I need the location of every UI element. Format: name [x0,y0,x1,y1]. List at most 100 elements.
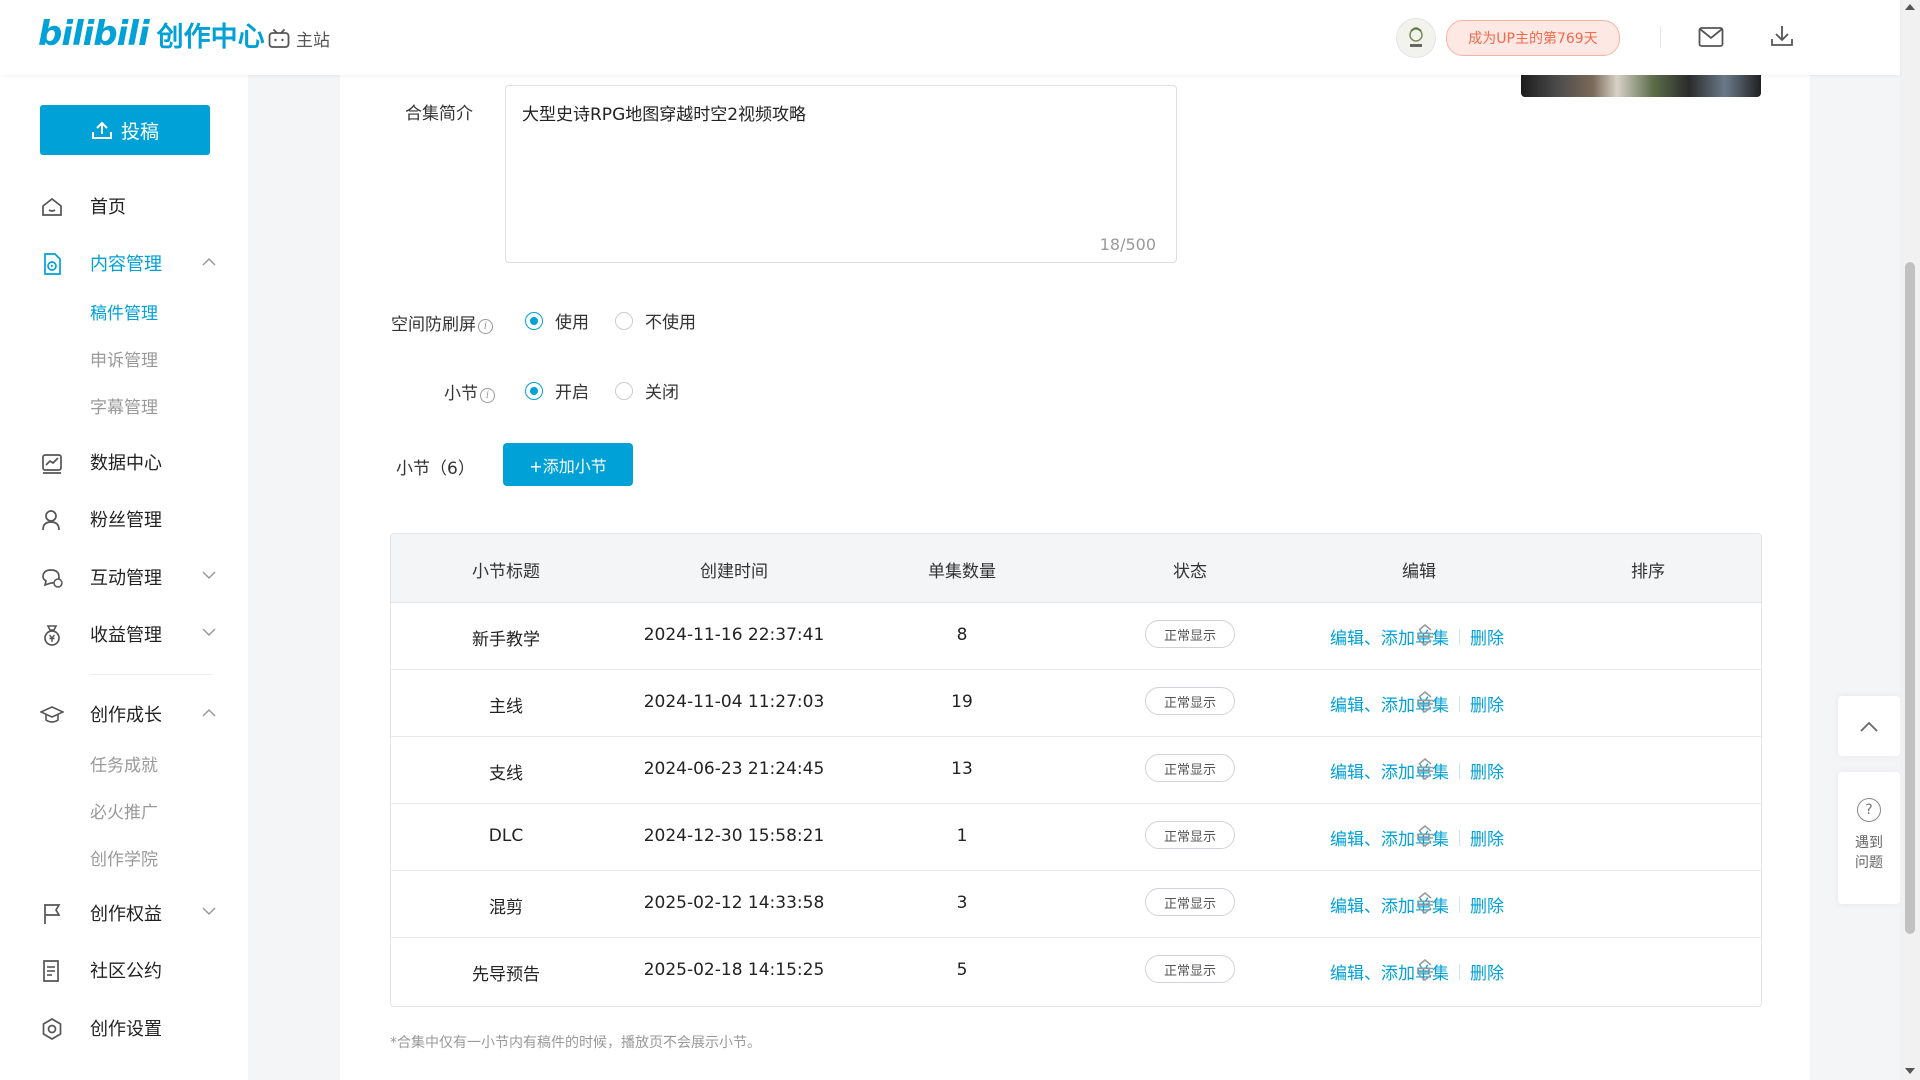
radio-checked-icon[interactable] [525,311,543,330]
up-days-badge[interactable]: 成为UP主的第769天 [1446,20,1620,56]
table-row: 主线 2024-11-04 11:27:03 19 正常显示 编辑 、添加单集 删除 [391,669,1761,737]
chevron-up-icon[interactable] [202,708,216,717]
drag-sort-icon[interactable] [1416,624,1434,646]
header-sort: 排序 [1631,562,1665,582]
delete-link[interactable]: 删除 [1470,691,1504,716]
question-icon: ? [1857,798,1881,822]
sidebar-item-growth[interactable]: 创作成长 [0,694,248,734]
section-option-off[interactable]: 关闭 [615,378,679,403]
info-icon[interactable]: i [478,319,493,334]
sidebar-sub-appeals[interactable]: 申诉管理 [90,346,158,376]
home-link[interactable]: 主站 [268,26,330,51]
post-button[interactable]: 投稿 [40,105,210,155]
sidebar-item-settings[interactable]: 创作设置 [0,1008,248,1048]
radio-unchecked-icon[interactable] [615,311,633,330]
add-episode-link[interactable]: 、添加单集 [1364,959,1449,984]
edit-link[interactable]: 编辑 [1330,892,1364,917]
sidebar-divider [90,674,212,675]
drag-sort-icon[interactable] [1416,825,1434,847]
edit-link[interactable]: 编辑 [1330,624,1364,649]
sidebar-sub-tasks[interactable]: 任务成就 [90,751,158,781]
user-icon [42,510,60,531]
add-episode-link[interactable]: 、添加单集 [1364,691,1449,716]
intro-textarea[interactable]: 大型史诗RPG地图穿越时空2视频攻略 18/500 [505,85,1177,263]
add-episode-link[interactable]: 、添加单集 [1364,825,1449,850]
cell-title: 先导预告 [472,965,540,985]
edit-link[interactable]: 编辑 [1330,825,1364,850]
delete-link[interactable]: 删除 [1470,624,1504,649]
status-badge: 正常显示 [1145,754,1235,782]
chevron-down-icon[interactable] [202,628,216,637]
sidebar-item-interaction[interactable]: 互动管理 [0,557,248,597]
drag-sort-icon[interactable] [1416,959,1434,981]
section-option-on[interactable]: 开启 [525,378,589,403]
delete-link[interactable]: 删除 [1470,959,1504,984]
sidebar-item-home[interactable]: 首页 [0,186,248,226]
sidebar-item-label: 粉丝管理 [90,510,162,531]
sidebar-item-rights[interactable]: 创作权益 [0,893,248,933]
drag-sort-icon[interactable] [1416,691,1434,713]
radio-unchecked-icon[interactable] [615,381,633,400]
drag-sort-icon[interactable] [1416,758,1434,780]
sidebar-item-label: 创作设置 [90,1019,162,1040]
header-status: 状态 [1173,562,1207,582]
header-title: 小节标题 [472,562,540,582]
delete-link[interactable]: 删除 [1470,758,1504,783]
cell-created: 2024-12-30 15:58:21 [643,826,825,846]
edit-link[interactable]: 编辑 [1330,691,1364,716]
chevron-up-icon[interactable] [202,257,216,266]
drag-sort-icon[interactable] [1416,892,1434,914]
cell-count: 5 [956,960,968,980]
top-header: bilibili 创作中心 主站 成为UP主的第769天 [0,0,1900,75]
cell-title: DLC [488,826,524,846]
info-icon[interactable]: i [480,388,495,403]
help-button[interactable]: ? 遇到 问题 [1838,772,1900,904]
money-bag-icon [44,625,60,646]
intro-text: 大型史诗RPG地图穿越时空2视频攻略 [522,105,807,125]
avatar[interactable] [1396,18,1436,58]
sidebar-item-data[interactable]: 数据中心 [0,442,248,482]
antispam-option-nouse[interactable]: 不使用 [615,308,696,333]
delete-link[interactable]: 删除 [1470,825,1504,850]
edit-link[interactable]: 编辑 [1330,758,1364,783]
table-row: 混剪 2025-02-12 14:33:58 3 正常显示 编辑 、添加单集 删除 [391,870,1761,938]
back-to-top-button[interactable] [1838,696,1900,756]
scroll-down-arrow-icon[interactable] [1905,1068,1915,1074]
logo[interactable]: bilibili 创作中心 [38,14,265,54]
sidebar-item-content[interactable]: 内容管理 [0,243,248,283]
scroll-up-arrow-icon[interactable] [1905,4,1915,10]
home-link-label: 主站 [296,31,330,51]
sidebar-item-fans[interactable]: 粉丝管理 [0,499,248,539]
add-episode-link[interactable]: 、添加单集 [1364,892,1449,917]
flag-icon [44,904,61,924]
add-episode-link[interactable]: 、添加单集 [1364,624,1449,649]
antispam-radio-group: 使用 不使用 [525,308,722,333]
status-badge: 正常显示 [1145,620,1235,648]
scroll-thumb[interactable] [1905,262,1915,934]
delete-link[interactable]: 删除 [1470,892,1504,917]
scrollbar[interactable] [1900,0,1920,1080]
header-divider [1660,26,1661,48]
sidebar-sub-academy[interactable]: 创作学院 [90,845,158,875]
add-episode-link[interactable]: 、添加单集 [1364,758,1449,783]
sidebar-item-convention[interactable]: 社区公约 [0,950,248,990]
sidebar-sub-subtitles[interactable]: 字幕管理 [90,393,158,423]
chevron-down-icon[interactable] [202,571,216,580]
download-icon[interactable] [1770,24,1794,52]
table-row: 先导预告 2025-02-18 14:15:25 5 正常显示 编辑 、添加单集 删除 [391,937,1761,1004]
action-divider [1459,762,1460,779]
sidebar-sub-promotion[interactable]: 必火推广 [90,798,158,828]
antispam-option-use[interactable]: 使用 [525,308,589,333]
edit-link[interactable]: 编辑 [1330,959,1364,984]
add-section-button[interactable]: +添加小节 [503,443,633,486]
chevron-down-icon[interactable] [202,907,216,916]
radio-checked-icon[interactable] [525,381,543,400]
content-icon [44,253,61,275]
sidebar-sub-manuscripts[interactable]: 稿件管理 [90,299,158,329]
status-badge: 正常显示 [1145,687,1235,715]
sidebar-item-revenue[interactable]: 收益管理 [0,614,248,654]
footnote: *合集中仅有一小节内有稿件的时候，播放页不会展示小节。 [390,1035,761,1051]
mail-icon[interactable] [1698,26,1724,52]
document-icon [43,960,59,982]
sidebar-item-label: 收益管理 [90,625,162,646]
